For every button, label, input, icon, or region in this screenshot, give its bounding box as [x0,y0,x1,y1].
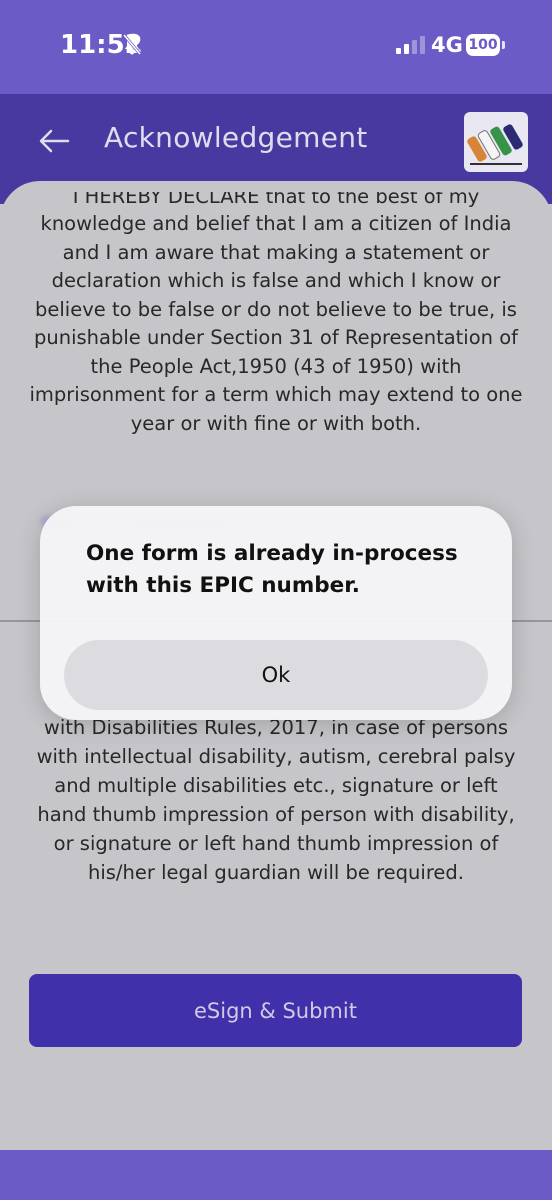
battery-icon: 100 [466,34,500,56]
bottom-bar [0,1150,552,1200]
ok-button[interactable]: Ok [64,640,488,710]
dialog-message: One form is already in-process with this… [86,541,458,598]
bell-muted-icon [122,34,142,55]
signal-icon [396,36,425,54]
alert-dialog: One form is already in-process with this… [40,506,512,720]
battery-tip [502,41,505,49]
network-type: 4G [431,33,463,57]
